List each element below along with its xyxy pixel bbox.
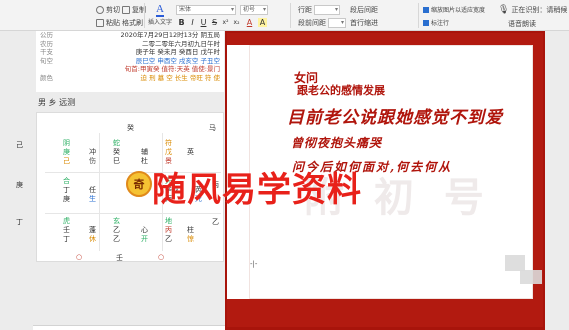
page-frame	[227, 33, 543, 45]
cut-button[interactable]: 剪切	[96, 5, 120, 15]
copy-button[interactable]: 复制	[122, 5, 146, 15]
center-badge-icon[interactable]: 奇	[126, 171, 152, 197]
read-aloud-button[interactable]: 语音朗读	[508, 19, 536, 29]
italic-button[interactable]: I	[188, 18, 197, 27]
palace-cell[interactable]: 合 丁 庚	[63, 177, 70, 204]
top-stem-label: 癸	[127, 124, 134, 132]
line-spacing-control[interactable]: 行距	[298, 5, 312, 15]
ribbon-divider	[144, 3, 145, 28]
underline-button[interactable]: U	[199, 18, 208, 27]
space-before-input[interactable]	[328, 18, 346, 28]
doc-line-2: 跟老公的感情发展	[297, 84, 385, 97]
ribbon-divider	[290, 3, 291, 28]
font-family-select[interactable]: 宋体	[176, 5, 236, 15]
palace-cell[interactable]: 蛇 癸 巳	[113, 139, 120, 166]
checkbox-checked-icon	[423, 6, 429, 13]
palace-inner: 任 生	[89, 186, 96, 203]
left-stem-label: 庚	[16, 181, 23, 189]
lower-panel	[33, 325, 225, 330]
doc-line-3: 目前老公说跟她感觉不到爱	[287, 108, 503, 128]
bottom-stem-label: 壬	[116, 254, 123, 262]
superscript-button[interactable]: x²	[221, 18, 230, 27]
palace-inner: 冲 伤	[89, 148, 96, 165]
strikethrough-button[interactable]: S	[210, 18, 219, 27]
grid-divider	[45, 213, 221, 214]
info-row-lunar: 农历 二零二零年六月初九日午时	[40, 39, 220, 48]
blurred-region	[505, 255, 525, 271]
mark-line-checkbox[interactable]: 标注行	[423, 18, 449, 27]
right-gutter	[545, 31, 569, 330]
space-before-control[interactable]: 段前间距	[298, 18, 326, 28]
font-a-icon: A	[156, 3, 164, 17]
paste-icon	[96, 19, 104, 27]
empty-marker: ○	[76, 253, 83, 261]
info-row-colors: 颜色 迫 刑 墓 空 长生 帝旺 符 使	[40, 73, 220, 82]
format-painter-button[interactable]: 格式刷	[122, 18, 143, 28]
empty-marker: ○	[158, 253, 165, 261]
overlay-watermark: 随风易学资料	[152, 170, 362, 210]
font-color-button[interactable]: A	[245, 18, 254, 27]
info-row-duty: 旬首:甲寅癸 值符:天英 值使:景门	[124, 65, 220, 74]
first-indent-control[interactable]: 首行缩进	[350, 18, 378, 28]
grid-divider	[99, 133, 100, 251]
palace-inner: 柱 惊	[187, 226, 194, 243]
font-size-select[interactable]: 初号	[240, 5, 268, 15]
info-row-solar: 公历 2020年7月29日12时13分 阴五局	[40, 31, 220, 39]
chart-info-panel: 公历 2020年7月29日12时13分 阴五局 农历 二零二零年六月初九日午时 …	[36, 31, 224, 92]
subscript-button[interactable]: x₂	[232, 18, 241, 27]
bold-button[interactable]: B	[177, 18, 186, 27]
highlight-button[interactable]: A	[258, 18, 267, 27]
left-stem-label: 丁	[16, 218, 23, 226]
ribbon-toolbar: 剪切 粘贴 复制 格式刷 A 插入文字 宋体 初号 B I U S x² x₂ …	[0, 0, 569, 31]
fit-image-checkbox[interactable]: 缩放图片以适应宽度	[423, 5, 485, 14]
line-spacing-input[interactable]	[314, 5, 340, 15]
ribbon-divider	[418, 3, 419, 28]
checkbox-checked-icon	[423, 19, 429, 26]
palace-inner: 英	[187, 148, 194, 156]
scissors-icon	[96, 6, 104, 14]
copy-icon	[122, 6, 130, 14]
page-frame	[227, 299, 543, 327]
paste-button[interactable]: 粘贴	[96, 18, 120, 28]
palace-cell[interactable]: 玄 乙 乙	[113, 217, 120, 244]
left-stem-label: 己	[16, 141, 23, 149]
microphone-icon: 🎙	[498, 5, 510, 15]
palace-inner: 心 开	[141, 226, 148, 243]
right-stem-label: 乙	[212, 218, 219, 226]
horse-label: 马	[209, 124, 216, 132]
palace-cell[interactable]: 虎 壬 丁	[63, 217, 70, 244]
info-row-ganzhi: 干支 庚子年 癸未月 癸酉日 戊午时	[40, 48, 220, 57]
palace-cell[interactable]: 阴 庚 己	[63, 139, 70, 166]
space-after-control[interactable]: 段后间距	[350, 5, 378, 15]
blurred-region	[520, 270, 542, 284]
recognition-status: 🎙 正在识别：请稍候	[498, 5, 568, 15]
text-cursor: -|-	[250, 260, 258, 268]
palace-inner: 辅 杜	[141, 148, 148, 165]
insert-text-button[interactable]: A 插入文字	[147, 3, 173, 29]
chart-section-heading: 男 乡 远测	[38, 98, 76, 107]
palace-inner: 蓬 休	[89, 226, 96, 243]
palace-cell[interactable]: 地 丙 乙	[165, 217, 172, 244]
doc-line-4: 曾彻夜抱头痛哭	[291, 136, 383, 150]
